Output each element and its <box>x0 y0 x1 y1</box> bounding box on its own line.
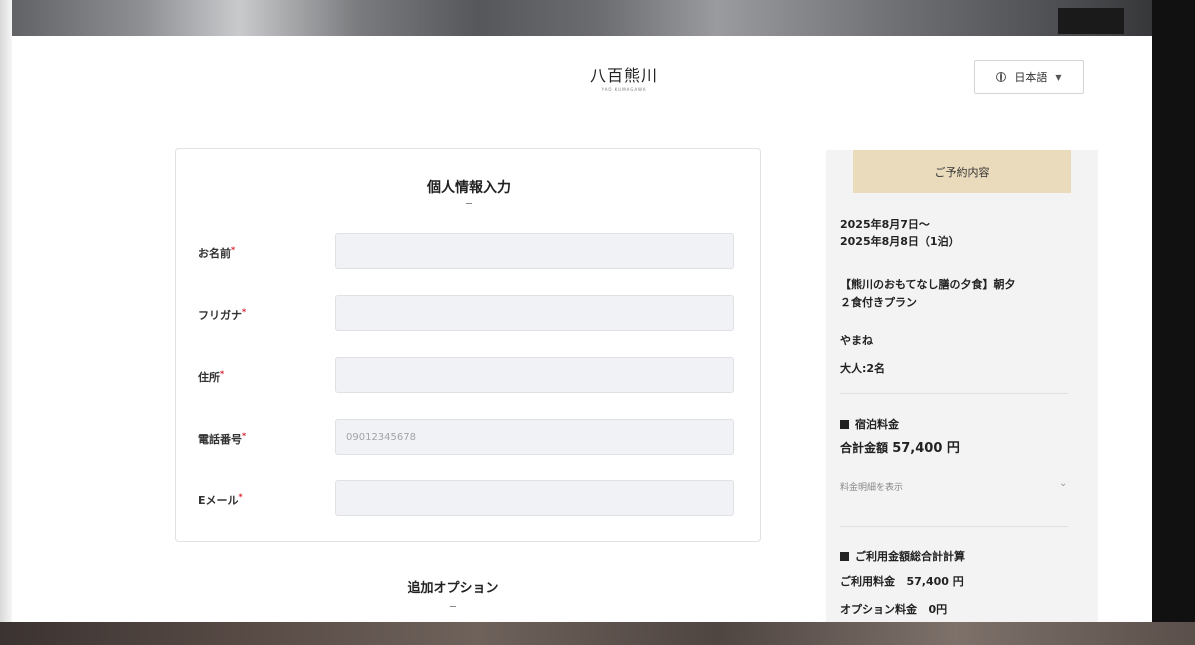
usage-fee-label: ご利用料金 <box>840 575 895 588</box>
option-fee-value: 0円 <box>928 603 948 616</box>
background-dark-button <box>1058 8 1124 34</box>
show-fee-details-link[interactable]: 料金明細を表示 <box>840 480 903 493</box>
stay-date-from: 2025年8月7日～ <box>840 218 930 231</box>
name-input[interactable] <box>335 233 734 269</box>
plan-name-line2: ２食付きプラン <box>840 296 917 309</box>
personal-info-card: 個人情報入力 お名前* フリガナ* 住所* 電話番号* Eメール* <box>175 148 761 542</box>
total-value: 57,400 円 <box>892 441 960 456</box>
name-label-text: お名前 <box>198 247 231 260</box>
phone-label-text: 電話番号 <box>198 433 242 446</box>
chevron-down-icon[interactable]: ⌄ <box>1059 478 1067 489</box>
address-input[interactable] <box>335 357 734 393</box>
email-label: Eメール* <box>198 492 243 508</box>
plan-name-line1: 【熊川のおもてなし膳の夕食】朝夕 <box>840 278 1016 291</box>
lodging-total: 合計金額 57,400 円 <box>840 440 960 457</box>
room-name: やまね <box>840 334 873 347</box>
address-label-text: 住所 <box>198 371 220 384</box>
divider <box>840 526 1068 527</box>
option-fee-label: オプション料金 <box>840 603 917 616</box>
square-bullet-icon <box>840 420 849 429</box>
background-photo-top <box>0 0 1195 36</box>
lodging-fee-title-text: 宿泊料金 <box>855 418 899 431</box>
logo-sub-text: YAO KUMAGAWA <box>601 87 647 92</box>
usage-fee-row: ご利用料金 57,400 円 <box>840 573 964 590</box>
guest-count: 大人:2名 <box>840 362 886 375</box>
left-edge <box>0 0 12 645</box>
name-label: お名前* <box>198 245 235 261</box>
option-fee-row: オプション料金 0円 <box>840 601 947 618</box>
grand-total-title: ご利用金額総合計計算 <box>840 548 965 565</box>
globe-icon <box>996 72 1007 82</box>
required-mark: * <box>220 369 225 379</box>
required-mark: * <box>242 431 247 441</box>
reservation-summary-panel: ご予約内容 2025年8月7日～ 2025年8月8日（1泊） 【熊川のおもてなし… <box>826 150 1098 622</box>
furigana-input[interactable] <box>335 295 734 331</box>
reservation-summary-heading: ご予約内容 <box>853 150 1071 193</box>
background-photo-bottom <box>0 622 1195 645</box>
logo-main-text: 八百熊川 <box>589 66 658 85</box>
language-selector[interactable]: 日本語 ▼ <box>974 60 1084 94</box>
required-mark: * <box>238 492 243 502</box>
total-label: 合計金額 <box>840 441 889 455</box>
stay-date-to: 2025年8月8日（1泊） <box>840 235 960 248</box>
options-title-underline <box>450 606 456 607</box>
title-underline <box>466 203 472 204</box>
required-mark: * <box>231 245 236 255</box>
furigana-label: フリガナ* <box>198 307 246 323</box>
square-bullet-icon <box>840 552 849 561</box>
caret-down-icon: ▼ <box>1055 72 1062 82</box>
usage-fee-value: 57,400 円 <box>906 575 964 588</box>
divider <box>840 393 1068 394</box>
personal-info-title: 個人情報入力 <box>427 180 511 196</box>
grand-total-title-text: ご利用金額総合計計算 <box>855 550 965 563</box>
phone-label: 電話番号* <box>198 431 246 447</box>
address-label: 住所* <box>198 369 224 385</box>
right-dark-edge <box>1152 0 1195 645</box>
additional-options-title: 追加オプション <box>407 581 499 596</box>
furigana-label-text: フリガナ <box>198 309 242 322</box>
lodging-fee-title: 宿泊料金 <box>840 416 899 433</box>
logo[interactable]: 八百熊川 YAO KUMAGAWA <box>584 62 664 92</box>
required-mark: * <box>242 307 247 317</box>
language-label: 日本語 <box>1014 71 1048 84</box>
email-label-text: Eメール <box>198 494 239 507</box>
phone-input[interactable] <box>335 419 734 455</box>
email-input[interactable] <box>335 480 734 516</box>
